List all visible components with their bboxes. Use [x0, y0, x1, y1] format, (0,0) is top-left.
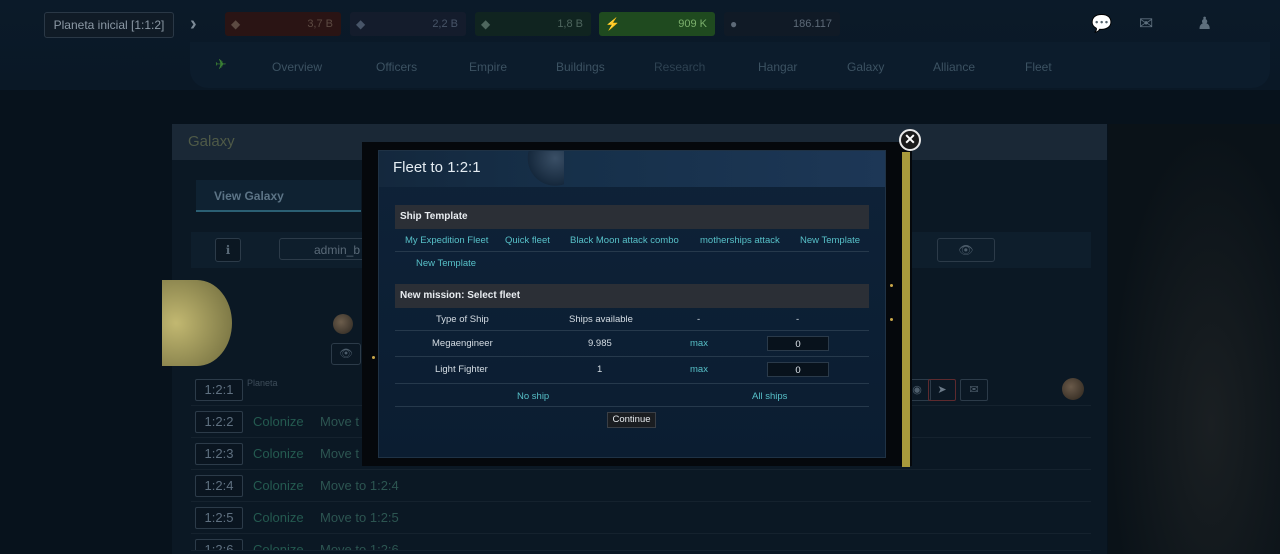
tab-view-galaxy[interactable]: View Galaxy [196, 180, 361, 212]
crystal-icon: ◆ [356, 17, 366, 31]
resource-value: 909 K [678, 18, 707, 30]
modal-scrollbar[interactable] [902, 152, 910, 467]
ship-name: Megaengineer [432, 338, 493, 349]
metal-icon: ◆ [231, 17, 241, 31]
space-background [1108, 124, 1280, 554]
nav-alliance[interactable]: Alliance [933, 60, 975, 74]
template-link[interactable]: Quick fleet [505, 235, 550, 246]
move-link[interactable]: Move to 1:2:5 [320, 510, 399, 525]
resource-value: 3,7 B [307, 18, 333, 30]
username-field[interactable]: admin_b [279, 238, 369, 260]
sun-image [162, 280, 232, 366]
header-planet-image [520, 151, 564, 187]
template-link[interactable]: My Expedition Fleet [405, 235, 488, 246]
column-header: - [796, 314, 800, 325]
divider [395, 356, 869, 357]
slot-coordinate[interactable]: 1:2:6 [195, 539, 243, 550]
energy-icon: ⚡ [605, 17, 620, 31]
move-link[interactable]: Move t [320, 446, 359, 461]
rocket-icon: ✈ [215, 56, 227, 72]
mail-icon[interactable]: ✉ [1139, 14, 1153, 34]
nav-fleet[interactable]: Fleet [1025, 60, 1052, 74]
nav-galaxy[interactable]: Galaxy [847, 60, 884, 74]
ship-quantity-input[interactable]: 0 [767, 336, 829, 351]
nav-hangar[interactable]: Hangar [758, 60, 797, 74]
divider [395, 406, 869, 407]
ship-name: Light Fighter [435, 364, 488, 375]
resource-darkmatter: ● 186.117 [724, 12, 840, 36]
colonize-link[interactable]: Colonize [253, 414, 304, 429]
ship-template-heading: Ship Template [395, 205, 869, 229]
fleet-send-icon[interactable]: ➤ [928, 379, 956, 401]
star-decoration [372, 356, 375, 359]
resource-crystal: ◆ 2,2 B [350, 12, 466, 36]
deuterium-icon: ◆ [481, 17, 491, 31]
nav-empire[interactable]: Empire [469, 60, 507, 74]
resource-deuterium: ◆ 1,8 B [475, 12, 591, 36]
info-icon[interactable]: ℹ [215, 238, 241, 262]
colonize-link[interactable]: Colonize [253, 510, 304, 525]
modal-title: Fleet to 1:2:1 [393, 159, 481, 176]
template-link[interactable]: New Template [416, 258, 476, 269]
column-header: Ships available [569, 314, 633, 325]
table-row: 1:2:5 Colonize Move to 1:2:5 [191, 503, 1091, 534]
colonize-link[interactable]: Colonize [253, 446, 304, 461]
resource-value: 186.117 [793, 18, 832, 30]
close-icon[interactable]: ✕ [899, 129, 921, 151]
message-icon[interactable]: ✉ [960, 379, 988, 401]
ship-available: 9.985 [588, 338, 612, 349]
eye-icon[interactable]: 👁 [937, 238, 995, 262]
ship-quantity-input[interactable]: 0 [767, 362, 829, 377]
eye-icon[interactable]: 👁 [331, 343, 361, 365]
resource-metal: ◆ 3,7 B [225, 12, 341, 36]
star-decoration [890, 284, 893, 287]
nav-officers[interactable]: Officers [376, 60, 417, 74]
nav-research[interactable]: Research [654, 60, 705, 74]
slot-planet-name: Planeta [247, 378, 278, 388]
nav-bar [190, 42, 1270, 88]
moon-image [1062, 378, 1084, 400]
mission-heading: New mission: Select fleet [395, 284, 869, 308]
no-ship-link[interactable]: No ship [517, 391, 549, 402]
planet-image [333, 314, 353, 334]
max-link[interactable]: max [690, 338, 708, 349]
darkmatter-icon: ● [730, 17, 738, 31]
slot-coordinate[interactable]: 1:2:4 [195, 475, 243, 497]
template-link[interactable]: Black Moon attack combo [570, 235, 679, 246]
resource-value: 1,8 B [557, 18, 583, 30]
resource-energy: ⚡ 909 K [599, 12, 715, 36]
avatar-icon[interactable]: ♟ [1197, 14, 1212, 34]
continue-button[interactable]: Continue [607, 412, 656, 428]
planet-selector[interactable]: Planeta inicial [1:1:2] [44, 12, 174, 38]
nav-buildings[interactable]: Buildings [556, 60, 605, 74]
chevron-right-icon[interactable]: › [190, 12, 208, 36]
template-link[interactable]: New Template [800, 235, 860, 246]
move-link[interactable]: Move to 1:2:4 [320, 478, 399, 493]
resource-value: 2,2 B [432, 18, 458, 30]
slot-coordinate[interactable]: 1:2:1 [195, 379, 243, 401]
max-link[interactable]: max [690, 364, 708, 375]
table-row: 1:2:6 Colonize Move to 1:2:6 [191, 535, 1091, 551]
column-header: - [697, 314, 701, 325]
star-decoration [890, 318, 893, 321]
column-header: Type of Ship [436, 314, 489, 325]
divider [395, 383, 869, 384]
template-link[interactable]: motherships attack [700, 235, 780, 246]
slot-coordinate[interactable]: 1:2:5 [195, 507, 243, 529]
divider [395, 251, 869, 252]
move-link[interactable]: Move t [320, 414, 359, 429]
slot-coordinate[interactable]: 1:2:3 [195, 443, 243, 465]
slot-coordinate[interactable]: 1:2:2 [195, 411, 243, 433]
divider [395, 330, 869, 331]
ship-available: 1 [597, 364, 603, 375]
nav-overview[interactable]: Overview [272, 60, 322, 74]
all-ships-link[interactable]: All ships [752, 391, 787, 402]
colonize-link[interactable]: Colonize [253, 478, 304, 493]
chat-icon[interactable]: 💬 [1091, 14, 1112, 34]
table-row: 1:2:4 Colonize Move to 1:2:4 [191, 471, 1091, 502]
